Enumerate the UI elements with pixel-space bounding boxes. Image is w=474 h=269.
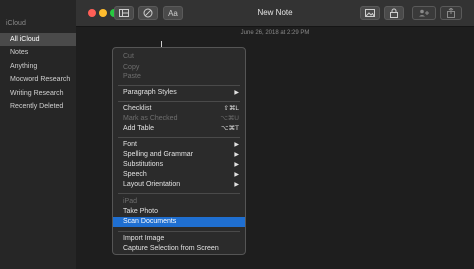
menu-item-label: Capture Selection from Screen [123, 245, 219, 252]
menu-item-label: Mark as Checked [123, 115, 178, 122]
menu-item-paste: Paste [113, 72, 245, 82]
sidebar: iCloud All iCloud Notes Anything Mocword… [0, 0, 77, 269]
menu-item-label: Take Photo [123, 208, 159, 215]
menu-item-speech[interactable]: Speech ▶ [113, 170, 245, 180]
menu-item-substitutions[interactable]: Substitutions ▶ [113, 160, 245, 170]
menu-item-font[interactable]: Font ▶ [113, 140, 245, 150]
menu-item-scan-documents[interactable]: Scan Documents [113, 217, 245, 227]
menu-item-label: Substitutions [123, 161, 164, 168]
menu-item-shortcut: ⌥⌘U [220, 115, 239, 122]
submenu-arrow-icon: ▶ [234, 172, 239, 178]
submenu-arrow-icon: ▶ [234, 152, 239, 158]
sidebar-item-recently-deleted[interactable]: Recently Deleted [0, 100, 76, 113]
insert-image-button[interactable] [360, 6, 380, 20]
lock-button[interactable] [384, 6, 404, 20]
menu-item-paragraph-styles[interactable]: Paragraph Styles ▶ [113, 88, 245, 98]
add-people-button[interactable] [412, 6, 436, 20]
share-button[interactable] [440, 6, 462, 20]
sidebar-item-all-icloud[interactable]: All iCloud [0, 33, 76, 46]
menu-item-label: Scan Documents [123, 218, 177, 225]
menu-item-capture-selection[interactable]: Capture Selection from Screen [113, 244, 245, 254]
menu-item-import-image[interactable]: Import Image [113, 234, 245, 244]
sidebar-item-anything[interactable]: Anything [0, 60, 76, 73]
add-people-icon [419, 9, 429, 17]
lock-icon [390, 8, 398, 18]
sidebar-item-notes[interactable]: Notes [0, 46, 76, 59]
menu-item-layout-orientation[interactable]: Layout Orientation ▶ [113, 180, 245, 190]
menu-item-cut: Cut [113, 52, 245, 62]
menu-item-checklist[interactable]: Checklist ⇧⌘L [113, 104, 245, 114]
menu-item-ipad-header: iPad [113, 197, 245, 207]
submenu-arrow-icon: ▶ [234, 142, 239, 148]
menu-item-label: iPad [123, 198, 138, 205]
menu-item-label: Paragraph Styles [123, 89, 177, 96]
menu-item-label: Layout Orientation [123, 181, 181, 188]
sidebar-item-mocword-research[interactable]: Mocword Research [0, 73, 76, 86]
menu-separator [118, 193, 240, 194]
menu-item-label: Paste [123, 73, 141, 80]
menu-separator [118, 137, 240, 138]
menu-item-label: Copy [123, 64, 140, 71]
titlebar: Aa New Note [76, 0, 474, 27]
menu-item-add-table[interactable]: Add Table ⌥⌘T [113, 124, 245, 134]
menu-separator [118, 85, 240, 86]
sidebar-item-writing-research[interactable]: Writing Research [0, 87, 76, 100]
menu-item-mark-as-checked: Mark as Checked ⌥⌘U [113, 114, 245, 124]
menu-item-take-photo[interactable]: Take Photo [113, 207, 245, 217]
menu-item-label: Import Image [123, 235, 165, 242]
menu-item-label: Add Table [123, 125, 155, 132]
submenu-arrow-icon: ▶ [234, 90, 239, 96]
share-icon [447, 8, 455, 18]
menu-item-shortcut: ⇧⌘L [223, 105, 239, 112]
submenu-arrow-icon: ▶ [234, 182, 239, 188]
menu-separator [118, 231, 240, 232]
menu-item-label: Speech [123, 171, 147, 178]
menu-item-spelling-and-grammar[interactable]: Spelling and Grammar ▶ [113, 150, 245, 160]
sidebar-section-icloud: iCloud [6, 20, 26, 27]
submenu-arrow-icon: ▶ [234, 162, 239, 168]
menu-item-label: Spelling and Grammar [123, 151, 194, 158]
menu-item-shortcut: ⌥⌘T [221, 125, 239, 132]
menu-item-label: Cut [123, 53, 134, 60]
menu-item-label: Checklist [123, 105, 152, 112]
context-menu: Cut Copy Paste Paragraph Styles ▶ Checkli… [112, 47, 246, 255]
note-date: June 26, 2018 at 2:29 PM [240, 30, 310, 36]
image-icon [365, 9, 375, 17]
menu-item-label: Font [123, 141, 138, 148]
menu-separator [118, 101, 240, 102]
